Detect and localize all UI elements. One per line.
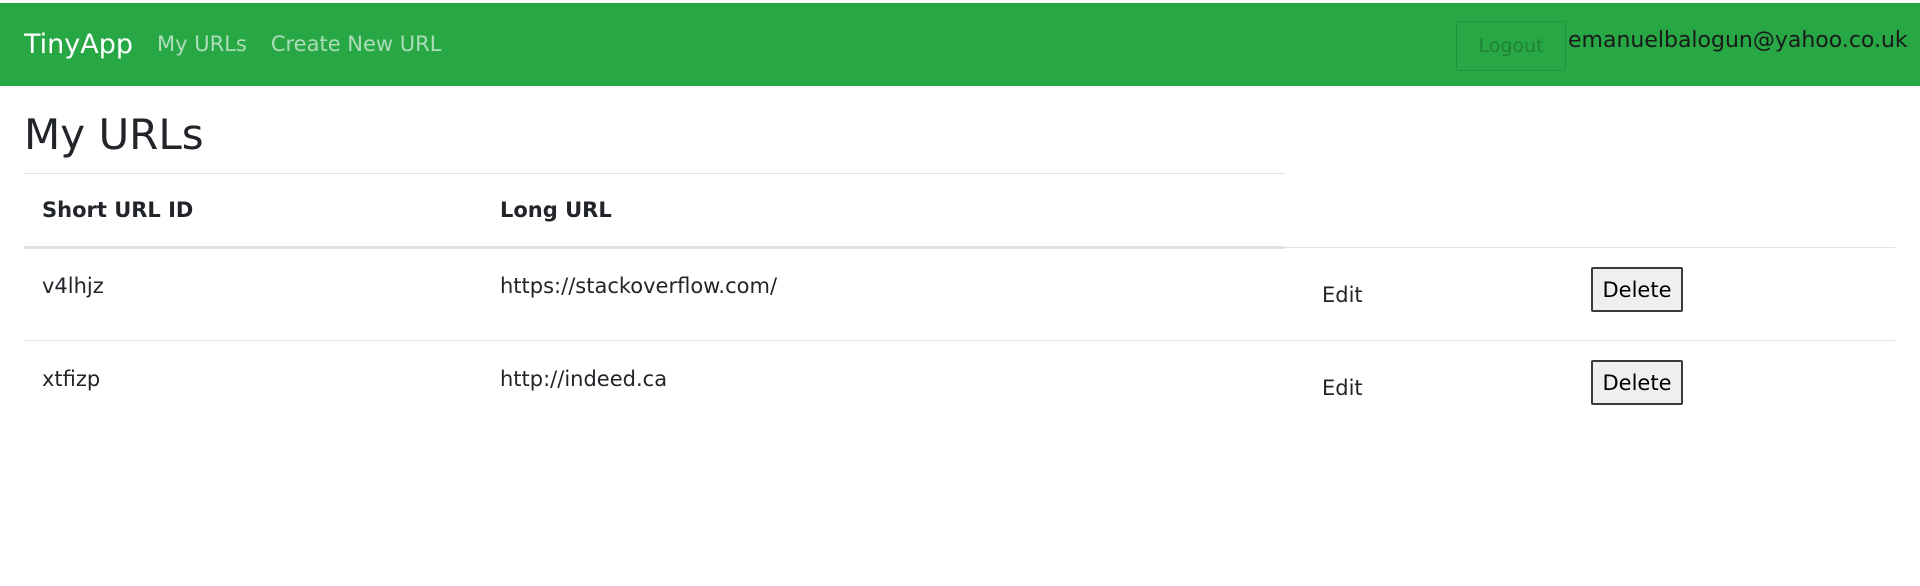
table-top-border bbox=[24, 173, 1285, 174]
column-header-long-url: Long URL bbox=[500, 198, 612, 222]
column-header-short-url-id: Short URL ID bbox=[42, 198, 194, 222]
long-url: http://indeed.ca bbox=[500, 367, 668, 391]
short-url-id: v4lhjz bbox=[42, 274, 104, 298]
delete-button[interactable]: Delete bbox=[1591, 267, 1683, 312]
edit-link[interactable]: Edit bbox=[1322, 285, 1363, 306]
nav-link-my-urls[interactable]: My URLs bbox=[157, 34, 247, 55]
logout-button[interactable]: Logout bbox=[1456, 21, 1566, 71]
table-row-border bbox=[24, 340, 1895, 341]
delete-button[interactable]: Delete bbox=[1591, 360, 1683, 405]
long-url: https://stackoverflow.com/ bbox=[500, 274, 778, 298]
nav-link-create-new-url[interactable]: Create New URL bbox=[271, 34, 442, 55]
brand-link[interactable]: TinyApp bbox=[24, 31, 133, 58]
user-email: emanuelbalogun@yahoo.co.uk bbox=[1568, 28, 1908, 53]
short-url-id: xtfizp bbox=[42, 367, 101, 391]
edit-link[interactable]: Edit bbox=[1322, 378, 1363, 399]
table-row-border bbox=[24, 247, 1895, 248]
page-title: My URLs bbox=[24, 110, 204, 159]
navbar: TinyApp My URLs Create New URL Logout em… bbox=[0, 3, 1920, 86]
